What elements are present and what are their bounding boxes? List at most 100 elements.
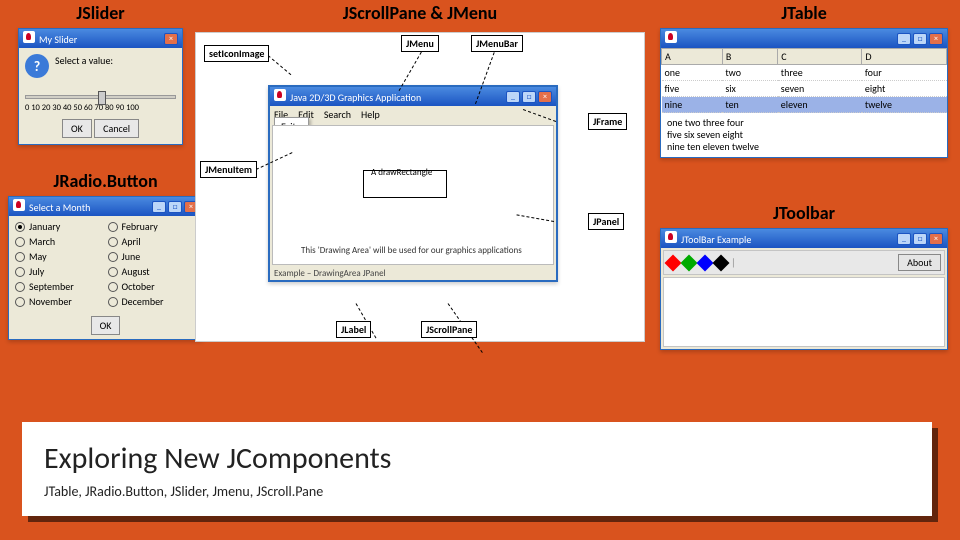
radio-may[interactable]: May bbox=[15, 250, 104, 263]
radio-dot-icon bbox=[15, 282, 25, 292]
minimize-icon[interactable]: _ bbox=[506, 91, 520, 103]
close-icon[interactable]: × bbox=[929, 233, 943, 245]
jslider-window-title: My Slider bbox=[39, 33, 77, 46]
minimize-icon[interactable]: _ bbox=[897, 33, 911, 45]
column-header[interactable]: A bbox=[662, 49, 723, 65]
radio-dot-icon bbox=[108, 282, 118, 292]
radio-november[interactable]: November bbox=[15, 295, 104, 308]
radio-dot-icon bbox=[108, 252, 118, 262]
diagram-canvas: setIconImage JMenu JMenuBar JFrame JMenu… bbox=[195, 32, 645, 342]
toolbar-textarea[interactable] bbox=[663, 277, 945, 347]
menubar[interactable]: File Edit Search Help bbox=[270, 106, 556, 123]
drawing-caption: This 'Drawing Area' will be used for our… bbox=[301, 245, 522, 256]
radio-february[interactable]: February bbox=[108, 220, 197, 233]
radio-august[interactable]: August bbox=[108, 265, 197, 278]
table-row[interactable]: nineteneleventwelve bbox=[662, 97, 947, 113]
menu-search[interactable]: Search bbox=[324, 108, 351, 121]
drawing-panel: A drawRectangle This 'Drawing Area' will… bbox=[272, 125, 554, 265]
jtoolbar-titlebar: JToolBar Example _ □ × bbox=[661, 229, 947, 248]
radio-dot-icon bbox=[108, 267, 118, 277]
radio-july[interactable]: July bbox=[15, 265, 104, 278]
radio-label: October bbox=[122, 280, 155, 293]
maximize-icon[interactable]: □ bbox=[168, 201, 182, 213]
table-row[interactable]: onetwothreefour bbox=[662, 65, 947, 81]
slider-track[interactable] bbox=[25, 95, 176, 99]
toolbar-separator: | bbox=[731, 256, 736, 269]
column-header[interactable]: B bbox=[722, 49, 777, 65]
radio-dot-icon bbox=[108, 237, 118, 247]
radio-september[interactable]: September bbox=[15, 280, 104, 293]
callout-jmenubar: JMenuBar bbox=[471, 35, 523, 52]
radio-label: November bbox=[29, 295, 72, 308]
ok-button[interactable]: OK bbox=[91, 316, 121, 335]
radio-april[interactable]: April bbox=[108, 235, 197, 248]
ok-button[interactable]: OK bbox=[62, 119, 92, 138]
jscrollpane-jmenu-section: JScrollPane & JMenu setIconImage JMenu J… bbox=[195, 2, 645, 352]
radio-month-grid: January February March April May June July Augu… bbox=[9, 216, 202, 312]
diamond-blue-icon[interactable] bbox=[697, 254, 714, 271]
drawn-rectangle bbox=[363, 170, 447, 198]
radio-label: January bbox=[29, 220, 60, 233]
menu-help[interactable]: Help bbox=[361, 108, 380, 121]
radio-label: May bbox=[29, 250, 47, 263]
diamond-red-icon[interactable] bbox=[665, 254, 682, 271]
java-icon bbox=[665, 231, 677, 243]
output-line: nine ten eleven twelve bbox=[667, 141, 941, 153]
java2d-title: Java 2D/3D Graphics Application bbox=[290, 91, 421, 104]
radio-dot-icon bbox=[15, 222, 25, 232]
toolbar-row: | About bbox=[663, 250, 945, 275]
slide-footer-card: Exploring New JComponents JTable, JRadio… bbox=[22, 422, 932, 516]
jslider-titlebar: My Slider × bbox=[19, 29, 182, 48]
table-row[interactable]: fivesixseveneight bbox=[662, 81, 947, 97]
java2d-window: Java 2D/3D Graphics Application _ □ × Fi… bbox=[268, 85, 558, 282]
diamond-green-icon[interactable] bbox=[681, 254, 698, 271]
callout-jlabel: JLabel bbox=[336, 321, 371, 338]
jtable-section: JTable _ □ × ABCDonetwothreefourfivesixs… bbox=[660, 2, 948, 158]
about-button[interactable]: About bbox=[898, 254, 941, 271]
radio-label: December bbox=[122, 295, 164, 308]
close-icon[interactable]: × bbox=[929, 33, 943, 45]
jscroll-heading: JScrollPane & JMenu bbox=[195, 2, 645, 24]
jradio-heading: JRadio.Button bbox=[8, 170, 203, 192]
minimize-icon[interactable]: _ bbox=[897, 233, 911, 245]
jslider-window: My Slider × ? Select a value: 0 10 20 30… bbox=[18, 28, 183, 145]
radio-dot-icon bbox=[108, 297, 118, 307]
callout-jpanel: JPanel bbox=[588, 213, 624, 230]
table-cell: two bbox=[722, 65, 777, 81]
jslider-section: JSlider My Slider × ? Select a value: 0 … bbox=[18, 2, 183, 145]
radio-dot-icon bbox=[15, 252, 25, 262]
jtable-window: _ □ × ABCDonetwothreefourfivesixseveneig… bbox=[660, 28, 948, 158]
radio-label: June bbox=[122, 250, 141, 263]
column-header[interactable]: C bbox=[778, 49, 862, 65]
close-icon[interactable]: × bbox=[164, 33, 178, 45]
radio-january[interactable]: January bbox=[15, 220, 104, 233]
minimize-icon[interactable]: _ bbox=[152, 201, 166, 213]
java-icon bbox=[23, 31, 35, 43]
table-cell: four bbox=[862, 65, 947, 81]
jtable-heading: JTable bbox=[660, 2, 948, 24]
callout-jmenu: JMenu bbox=[401, 35, 439, 52]
cancel-button[interactable]: Cancel bbox=[94, 119, 139, 138]
jradio-window: Select a Month _ □ × January February Marc… bbox=[8, 196, 203, 340]
radio-label: July bbox=[29, 265, 44, 278]
data-table[interactable]: ABCDonetwothreefourfivesixseveneightnine… bbox=[661, 48, 947, 113]
table-cell: three bbox=[778, 65, 862, 81]
maximize-icon[interactable]: □ bbox=[913, 33, 927, 45]
table-cell: twelve bbox=[862, 97, 947, 113]
close-icon[interactable]: × bbox=[538, 91, 552, 103]
maximize-icon[interactable]: □ bbox=[522, 91, 536, 103]
jradio-titlebar: Select a Month _ □ × bbox=[9, 197, 202, 216]
radio-june[interactable]: June bbox=[108, 250, 197, 263]
java-icon bbox=[274, 89, 286, 101]
table-cell: eight bbox=[862, 81, 947, 97]
radio-october[interactable]: October bbox=[108, 280, 197, 293]
table-cell: six bbox=[722, 81, 777, 97]
radio-december[interactable]: December bbox=[108, 295, 197, 308]
diamond-black-icon[interactable] bbox=[713, 254, 730, 271]
table-cell: one bbox=[662, 65, 723, 81]
slider-thumb[interactable] bbox=[98, 91, 106, 105]
maximize-icon[interactable]: □ bbox=[913, 233, 927, 245]
column-header[interactable]: D bbox=[862, 49, 947, 65]
radio-march[interactable]: March bbox=[15, 235, 104, 248]
java-icon bbox=[665, 31, 677, 43]
